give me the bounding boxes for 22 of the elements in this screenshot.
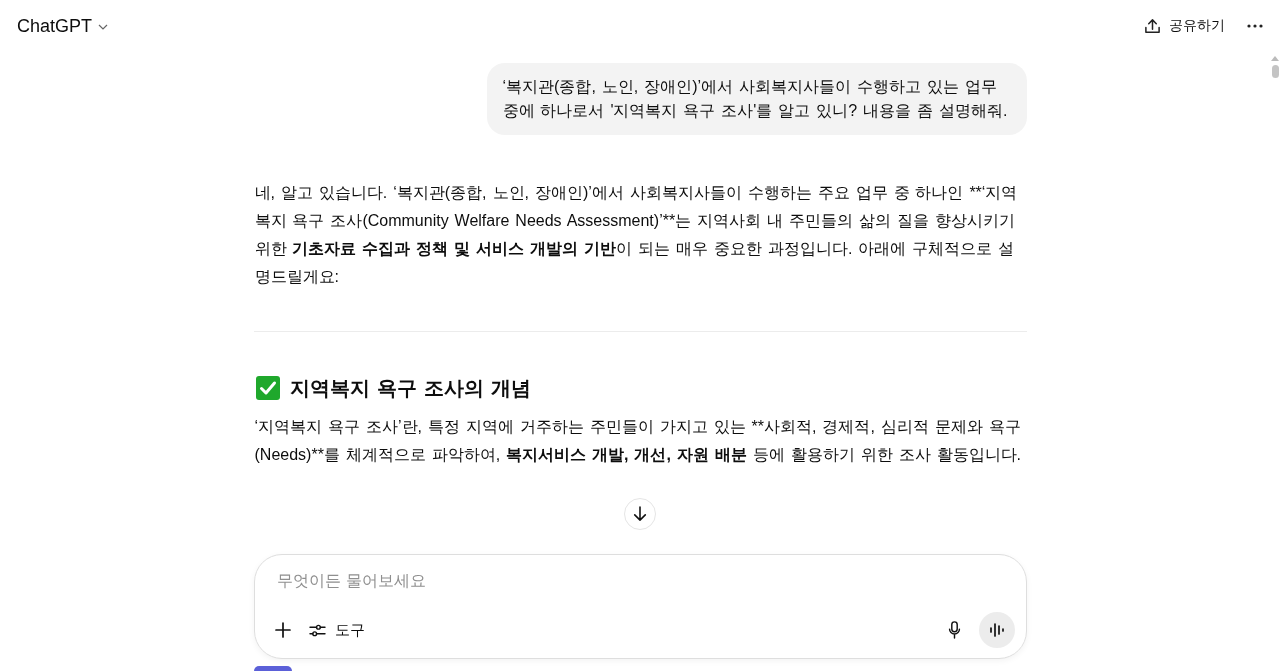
cut-off-tile [253,666,292,671]
sliders-icon [308,622,326,638]
share-button[interactable]: 공유하기 [1134,11,1235,41]
scroll-up-icon [1271,56,1279,61]
caret-icon [98,24,109,30]
message-input[interactable]: 무엇이든 물어보세요 [264,567,1015,595]
voice-mode-button[interactable] [978,612,1015,648]
upload-icon [1144,17,1161,35]
user-message: ‘복지관(종합, 노인, 장애인)’에서 사회복지사들이 수행하고 있는 업무 중에 하나로서 '지역복지 욕구 조사'를 알고 있니? 내용을 좀 설명해줘. [486,63,1027,135]
model-selector[interactable]: ChatGPT [11,9,115,43]
plus-icon [274,622,291,638]
answer-paragraph: ‘지역복지 욕구 조사’란, 특정 지역에 거주하는 주민들이 가지고 있는 **사회적, 경제적, 심리적 문제와 욕구(Needs)**를 체계적으로 파악하여, 복지서비스 개발, 개선, 자원 배분 등에 활용하기 위한 조사 활동입니다. [253,417,1022,465]
answer-paragraph: 네, 알고 있습니다. ‘복지관(종합, 노인, 장애인)’에서 사회복지사들이 수행하는 주요 업무 중 하나인 **‘지역복지 욕구 조사(Community Welfare Needs Assessment)’**는 지역사회 내 주민들의 삶의 질을 향상시키기 위한 기초자료 수집과 정책 및 서비스 개발의 기반이 되는 매우 중요한 과정입니다. 아래에 구체적으로 설명드릴게요: [253,183,1019,287]
section-heading: 지역복지 욕구 조사의 개념 [289,376,531,401]
down-arrow-icon [633,506,647,522]
microphone-icon [948,621,961,639]
scroll-down-button[interactable] [624,498,656,530]
message-composer[interactable]: 무엇이든 물어보세요 도구 [253,554,1027,659]
waveform-icon [988,623,1005,637]
check-mark-icon [255,376,280,400]
tools-button[interactable]: 도구 [300,612,373,648]
scrollbar-thumb[interactable] [1272,65,1279,78]
